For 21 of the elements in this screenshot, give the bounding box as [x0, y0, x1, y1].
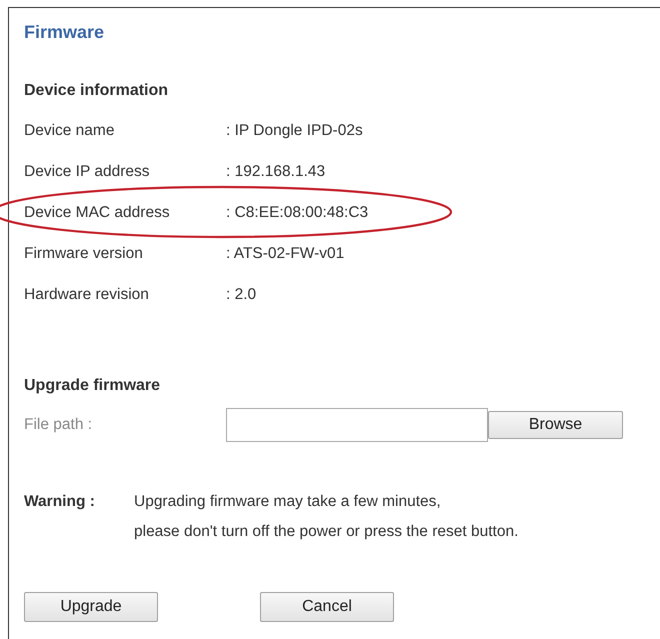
action-button[interactable]: Cancel	[260, 592, 394, 622]
field-label: Hardware revision	[24, 284, 150, 304]
action-button[interactable]: Upgrade	[24, 592, 158, 622]
field-value: : IP Dongle IPD-02s	[226, 120, 363, 140]
file-path-field[interactable]	[226, 408, 488, 442]
field-value: : 192.168.1.43	[226, 162, 326, 182]
warning-text: Upgrading firmware may take a few minutes,	[134, 492, 441, 512]
page-title: Firmware	[24, 21, 104, 44]
field-label: File path :	[24, 415, 94, 435]
field-value: : 2.0	[226, 284, 256, 304]
field-label: Firmware version	[24, 244, 144, 264]
field-label: Device IP address	[24, 162, 150, 182]
warning-text: please don't turn off the power or press the reset button.	[134, 522, 518, 542]
field-label: Device MAC address	[24, 202, 171, 222]
section-heading: Device information	[24, 81, 168, 101]
section-heading: Upgrade firmware	[24, 376, 160, 396]
field-value: : ATS-02-FW-v01	[226, 244, 344, 264]
field-value: : C8:EE:08:00:48:C3	[226, 202, 368, 222]
browse-button[interactable]: Browse	[488, 411, 623, 439]
field-label: Device name	[24, 120, 116, 140]
warning-label: Warning :	[24, 492, 96, 512]
